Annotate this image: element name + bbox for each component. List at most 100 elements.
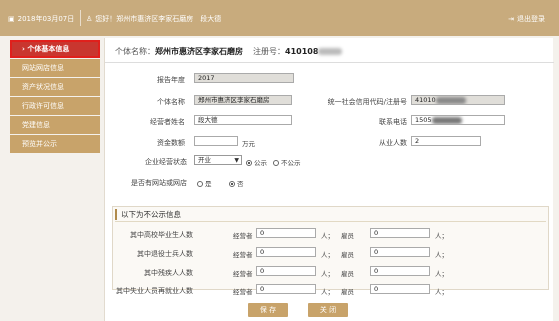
phone-label: 联系电话 (379, 118, 407, 126)
year-field: 2017 (194, 73, 294, 83)
chevron-down-icon: ▼ (234, 157, 239, 164)
private-row-label: 其中退役士兵人数 (137, 250, 193, 258)
year-label: 报告年度 (157, 76, 185, 84)
status-value: 开业 (198, 156, 211, 164)
name-label: 个体名称 (157, 98, 185, 106)
unit-label: 人； (321, 288, 334, 296)
divider (80, 10, 81, 26)
calendar-icon: ▣ (8, 15, 15, 23)
unit-label: 人； (321, 270, 334, 278)
employee-count-field[interactable]: 0 (370, 247, 430, 257)
business-name: 郑州市惠济区李家石磨房 (155, 47, 243, 56)
credit-value: 41010 (415, 96, 436, 104)
name-caption: 个体名称： (115, 47, 155, 56)
publish-radio[interactable]: 公示 (246, 157, 267, 167)
header-divider (105, 62, 554, 63)
top-bar: ▣ 2018年03月07日 ♙ 您好！郑州市惠济区李家石磨房 段大德 ⇥ 退出登… (0, 0, 559, 36)
unit-label: 人； (435, 270, 448, 278)
operator-count-field[interactable]: 0 (256, 247, 316, 257)
radio-icon (246, 160, 252, 166)
capital-field[interactable] (194, 136, 238, 146)
operator-count-field[interactable]: 0 (256, 284, 316, 294)
redacted-mask (318, 48, 343, 55)
employee-caption: 雇员 (341, 251, 354, 259)
date-text: 2018年03月07日 (17, 15, 75, 23)
capital-unit: 万元 (242, 140, 255, 148)
radio-icon (229, 181, 235, 187)
employee-count-field[interactable]: 0 (370, 266, 430, 276)
operator-field[interactable]: 段大德 (194, 115, 292, 125)
sidebar-item-basic-info[interactable]: › 个体基本信息 (10, 40, 100, 58)
operator-caption: 经营者 (233, 270, 253, 278)
employee-caption: 雇员 (341, 288, 354, 296)
sidebar-item-website[interactable]: 网站网店信息 (10, 59, 100, 77)
user-icon: ♙ (86, 15, 93, 23)
page-header: 个体名称：郑州市惠济区李家石磨房 注册号：410108 (115, 46, 343, 57)
redacted-mask (435, 96, 466, 104)
date-display: ▣ 2018年03月07日 (8, 14, 74, 24)
unit-label: 人； (435, 232, 448, 240)
operator-count-field[interactable]: 0 (256, 228, 316, 238)
capital-label: 资金数额 (157, 139, 185, 147)
credit-label: 统一社会信用代码/注册号 (327, 98, 407, 106)
nopublish-label: 不公示 (281, 159, 301, 167)
reg-number: 410108 (285, 47, 319, 56)
user-greeting: ♙ 您好！郑州市惠济区李家石磨房 段大德 (86, 14, 221, 24)
credit-field: 41010 (411, 95, 505, 105)
private-row-label: 其中残疾人人数 (144, 269, 193, 277)
section-divider (115, 221, 546, 222)
website-label: 是否有网站或网店 (131, 179, 187, 187)
radio-icon (197, 181, 203, 187)
phone-value: 1505 (415, 116, 432, 124)
sidebar-item-party[interactable]: 党建信息 (10, 116, 100, 134)
status-select[interactable]: 开业 ▼ (194, 155, 242, 165)
unit-label: 人； (321, 251, 334, 259)
reg-caption: 注册号： (253, 47, 285, 56)
name-field: 郑州市惠济区李家石磨房 (194, 95, 292, 105)
employee-caption: 雇员 (341, 270, 354, 278)
employees-field[interactable]: 2 (411, 136, 481, 146)
sidebar: › 个体基本信息 网站网店信息 资产状况信息 行政许可信息 党建信息 预览并公示 (10, 40, 100, 154)
sidebar-item-preview[interactable]: 预览并公示 (10, 135, 100, 153)
radio-icon (273, 160, 279, 166)
website-yes-radio[interactable]: 是 (197, 178, 212, 188)
operator-caption: 经营者 (233, 232, 253, 240)
main-panel: 个体名称：郑州市惠济区李家石磨房 注册号：410108 报告年度 2017 个体… (104, 38, 554, 321)
status-label: 企业经营状态 (145, 158, 187, 166)
sidebar-item-label: 资产状况信息 (22, 83, 64, 91)
logout-icon: ⇥ (508, 15, 514, 23)
nopublish-radio[interactable]: 不公示 (273, 157, 301, 167)
private-row-label: 其中高校毕业生人数 (130, 231, 193, 239)
save-button[interactable]: 保 存 (248, 303, 288, 317)
yes-label: 是 (205, 180, 212, 188)
sidebar-item-label: 预览并公示 (22, 140, 57, 148)
publish-label: 公示 (254, 159, 267, 167)
sidebar-item-label: 党建信息 (22, 121, 50, 129)
no-label: 否 (237, 180, 244, 188)
operator-caption: 经营者 (233, 288, 253, 296)
redacted-mask (431, 116, 462, 124)
unit-label: 人； (435, 251, 448, 259)
sidebar-item-license[interactable]: 行政许可信息 (10, 97, 100, 115)
operator-caption: 经营者 (233, 251, 253, 259)
sidebar-item-label: 网站网店信息 (22, 64, 64, 72)
sidebar-item-assets[interactable]: 资产状况信息 (10, 78, 100, 96)
website-no-radio[interactable]: 否 (229, 178, 244, 188)
employee-caption: 雇员 (341, 232, 354, 240)
unit-label: 人； (435, 288, 448, 296)
phone-field[interactable]: 1505 (411, 115, 505, 125)
sidebar-item-label: 个体基本信息 (27, 45, 70, 53)
section-title: 以下为不公示信息 (115, 209, 181, 220)
logout-label: 退出登录 (517, 15, 545, 23)
close-button[interactable]: 关 闭 (308, 303, 348, 317)
greeting-text: 您好！郑州市惠济区李家石磨房 段大德 (95, 15, 222, 23)
private-row-label: 其中失业人员再就业人数 (116, 287, 193, 295)
operator-label: 经营者姓名 (150, 118, 185, 126)
employees-label: 从业人数 (379, 139, 407, 147)
sidebar-item-label: 行政许可信息 (22, 102, 64, 110)
operator-count-field[interactable]: 0 (256, 266, 316, 276)
employee-count-field[interactable]: 0 (370, 284, 430, 294)
employee-count-field[interactable]: 0 (370, 228, 430, 238)
unit-label: 人； (321, 232, 334, 240)
logout-button[interactable]: ⇥ 退出登录 (508, 14, 545, 24)
